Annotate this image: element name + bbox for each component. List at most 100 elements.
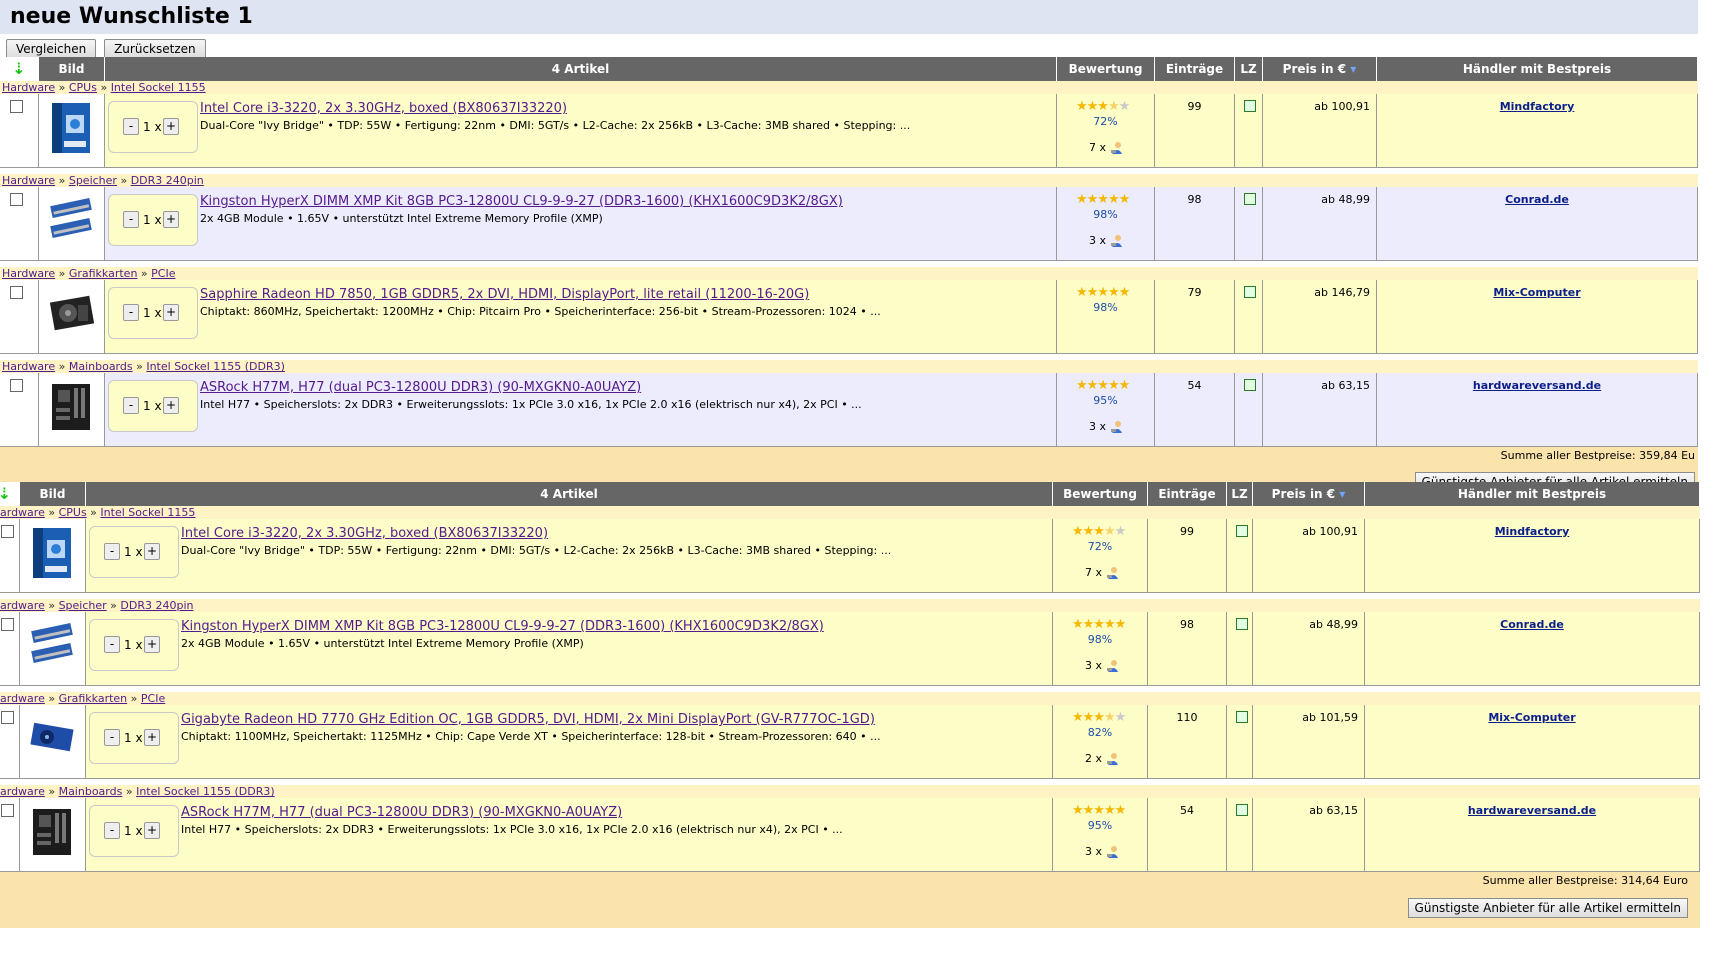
product-image[interactable] <box>29 524 75 582</box>
product-image[interactable] <box>48 192 94 250</box>
select-checkbox[interactable] <box>10 193 23 206</box>
select-checkbox[interactable] <box>1 618 14 631</box>
select-checkbox[interactable] <box>10 100 23 113</box>
breadcrumb-link[interactable]: ardware <box>0 506 45 519</box>
user-reviews-icon[interactable] <box>1106 845 1119 859</box>
quantity-stepper[interactable]: -1 x + <box>108 194 198 246</box>
sort-icon[interactable]: ⇣ <box>0 482 20 506</box>
product-name-link[interactable]: ASRock H77M, H77 (dual PC3-12800U DDR3) … <box>200 380 641 395</box>
quantity-value[interactable]: 1 x <box>124 731 143 745</box>
product-name-link[interactable]: ASRock H77M, H77 (dual PC3-12800U DDR3) … <box>181 805 622 820</box>
review-count[interactable]: 7 x <box>1089 141 1123 155</box>
breadcrumb-link[interactable]: Speicher <box>69 174 117 187</box>
col-dealer[interactable]: Händler mit Bestpreis <box>1365 482 1700 506</box>
breadcrumb-link[interactable]: Grafikkarten <box>69 267 138 280</box>
quantity-value[interactable]: 1 x <box>143 120 162 134</box>
breadcrumb-link[interactable]: Mainboards <box>69 360 133 373</box>
user-reviews-icon[interactable] <box>1106 752 1119 766</box>
breadcrumb-link[interactable]: CPUs <box>59 506 87 519</box>
sort-down-icon[interactable]: ⇣ <box>12 59 25 78</box>
user-reviews-icon[interactable] <box>1110 420 1123 434</box>
breadcrumb-link[interactable]: Grafikkarten <box>59 692 128 705</box>
breadcrumb-link[interactable]: Mainboards <box>59 785 123 798</box>
quantity-stepper[interactable]: -1 x + <box>89 526 179 578</box>
product-name-link[interactable]: Kingston HyperX DIMM XMP Kit 8GB PC3-128… <box>181 619 824 634</box>
sort-down-icon[interactable]: ⇣ <box>0 484 11 503</box>
quantity-value[interactable]: 1 x <box>143 399 162 413</box>
dealer-link[interactable]: Conrad.de <box>1505 193 1569 206</box>
dealer-link[interactable]: Conrad.de <box>1500 618 1564 631</box>
product-name-link[interactable]: Kingston HyperX DIMM XMP Kit 8GB PC3-128… <box>200 194 843 209</box>
quantity-minus-button[interactable]: - <box>123 211 139 228</box>
quantity-stepper[interactable]: -1 x + <box>108 101 198 153</box>
breadcrumb-link[interactable]: Intel Sockel 1155 <box>111 81 206 94</box>
breadcrumb-link[interactable]: DDR3 240pin <box>131 174 204 187</box>
compare-button[interactable]: Vergleichen <box>6 39 97 59</box>
quantity-minus-button[interactable]: - <box>104 822 120 839</box>
quantity-value[interactable]: 1 x <box>143 306 162 320</box>
quantity-stepper[interactable]: -1 x + <box>108 287 198 339</box>
user-reviews-icon[interactable] <box>1110 234 1123 248</box>
quantity-stepper[interactable]: -1 x + <box>89 805 179 857</box>
col-lz[interactable]: LZ <box>1227 482 1253 506</box>
col-entries[interactable]: Einträge <box>1155 57 1235 81</box>
review-count[interactable]: 3 x <box>1089 234 1123 248</box>
col-rating[interactable]: Bewertung <box>1057 57 1155 81</box>
dealer-link[interactable]: hardwareversand.de <box>1473 379 1601 392</box>
quantity-minus-button[interactable]: - <box>104 636 120 653</box>
reset-button[interactable]: Zurücksetzen <box>104 39 206 59</box>
breadcrumb-link[interactable]: Hardware <box>2 174 55 187</box>
select-checkbox[interactable] <box>10 379 23 392</box>
quantity-plus-button[interactable]: + <box>163 397 179 414</box>
quantity-plus-button[interactable]: + <box>144 543 160 560</box>
quantity-plus-button[interactable]: + <box>144 822 160 839</box>
quantity-minus-button[interactable]: - <box>123 118 139 135</box>
review-count[interactable]: 3 x <box>1085 659 1119 673</box>
breadcrumb-link[interactable]: Intel Sockel 1155 (DDR3) <box>136 785 275 798</box>
quantity-value[interactable]: 1 x <box>124 824 143 838</box>
quantity-minus-button[interactable]: - <box>104 543 120 560</box>
quantity-minus-button[interactable]: - <box>104 729 120 746</box>
quantity-plus-button[interactable]: + <box>144 636 160 653</box>
select-checkbox[interactable] <box>1 711 14 724</box>
product-name-link[interactable]: Gigabyte Radeon HD 7770 GHz Edition OC, … <box>181 712 875 727</box>
product-image[interactable] <box>29 617 75 675</box>
select-checkbox[interactable] <box>1 525 14 538</box>
breadcrumb-link[interactable]: PCIe <box>141 692 165 705</box>
quantity-plus-button[interactable]: + <box>144 729 160 746</box>
quantity-plus-button[interactable]: + <box>163 118 179 135</box>
quantity-minus-button[interactable]: - <box>123 304 139 321</box>
user-reviews-icon[interactable] <box>1106 566 1119 580</box>
product-name-link[interactable]: Sapphire Radeon HD 7850, 1GB GDDR5, 2x D… <box>200 287 809 302</box>
quantity-value[interactable]: 1 x <box>124 638 143 652</box>
col-rating[interactable]: Bewertung <box>1053 482 1148 506</box>
product-name-link[interactable]: Intel Core i3-3220, 2x 3.30GHz, boxed (B… <box>181 526 548 541</box>
select-checkbox[interactable] <box>10 286 23 299</box>
breadcrumb-link[interactable]: ardware <box>0 785 45 798</box>
product-image[interactable] <box>48 285 95 343</box>
product-image[interactable] <box>48 378 94 436</box>
breadcrumb-link[interactable]: Speicher <box>59 599 107 612</box>
breadcrumb-link[interactable]: PCIe <box>151 267 175 280</box>
dealer-link[interactable]: Mix-Computer <box>1488 711 1575 724</box>
quantity-value[interactable]: 1 x <box>124 545 143 559</box>
dealer-link[interactable]: Mix-Computer <box>1493 286 1580 299</box>
sort-icon[interactable]: ⇣ <box>0 57 39 81</box>
breadcrumb-link[interactable]: DDR3 240pin <box>120 599 193 612</box>
quantity-plus-button[interactable]: + <box>163 211 179 228</box>
quantity-stepper[interactable]: -1 x + <box>89 712 179 764</box>
col-price[interactable]: Preis in € ▾ <box>1253 482 1365 506</box>
quantity-value[interactable]: 1 x <box>143 213 162 227</box>
quantity-plus-button[interactable]: + <box>163 304 179 321</box>
review-count[interactable]: 2 x <box>1085 752 1119 766</box>
quantity-stepper[interactable]: -1 x + <box>89 619 179 671</box>
quantity-stepper[interactable]: -1 x + <box>108 380 198 432</box>
user-reviews-icon[interactable] <box>1106 659 1119 673</box>
product-image[interactable] <box>29 710 75 768</box>
dealer-link[interactable]: hardwareversand.de <box>1468 804 1596 817</box>
breadcrumb-link[interactable]: Intel Sockel 1155 <box>100 506 195 519</box>
breadcrumb-link[interactable]: CPUs <box>69 81 97 94</box>
review-count[interactable]: 7 x <box>1085 566 1119 580</box>
sort-desc-icon[interactable]: ▾ <box>1346 62 1356 76</box>
col-dealer[interactable]: Händler mit Bestpreis <box>1377 57 1698 81</box>
